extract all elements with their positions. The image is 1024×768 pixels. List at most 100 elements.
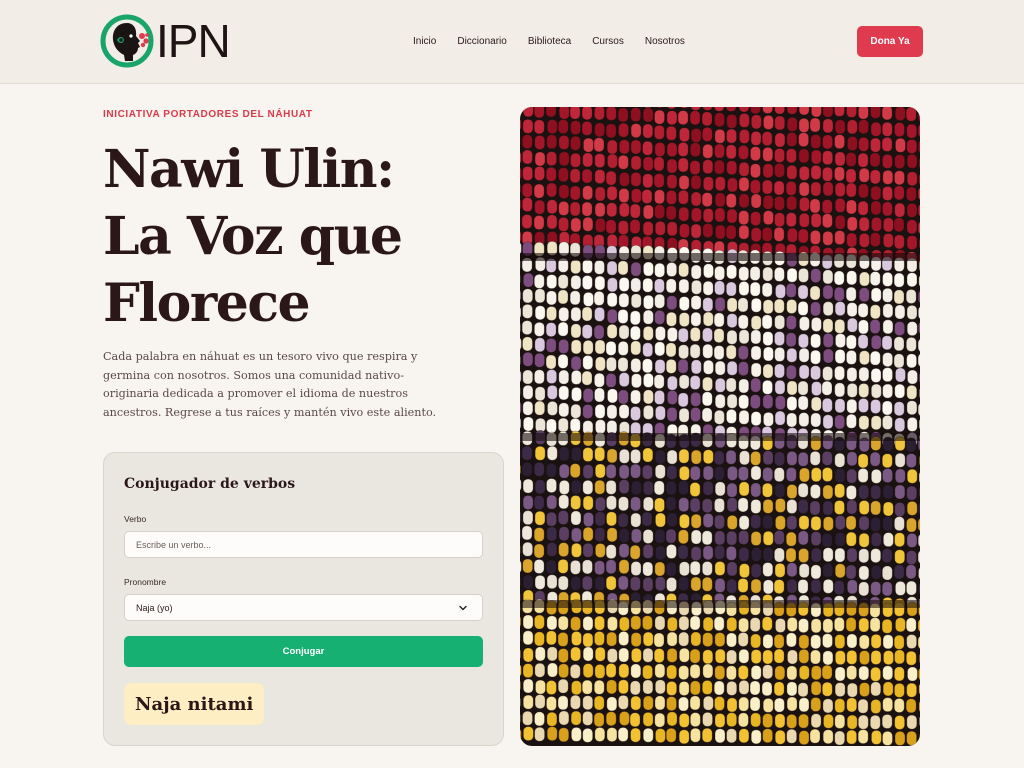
corn-kernel [846, 729, 858, 745]
corn-kernel [821, 199, 833, 215]
corn-kernel [725, 344, 737, 360]
corn-kernel [881, 581, 893, 597]
corn-kernel [822, 107, 834, 118]
corn-kernel [701, 111, 713, 127]
nav-biblioteca[interactable]: Biblioteca [528, 36, 571, 47]
corn-kernel [894, 383, 906, 399]
corn-kernel [520, 118, 522, 131]
corn-kernel [785, 315, 797, 330]
corn-kernel [786, 195, 798, 211]
corn-kernel [835, 333, 846, 348]
corn-kernel [558, 107, 570, 120]
conjugate-button[interactable]: Conjugar [124, 636, 483, 667]
corn-kernel [882, 153, 893, 169]
corn-kernel [906, 272, 918, 288]
corn-hero-image [520, 107, 920, 746]
corn-kernel [689, 465, 701, 481]
corn-kernel [546, 199, 558, 215]
corn-kernel [606, 323, 618, 339]
nav-nosotros[interactable]: Nosotros [645, 36, 685, 47]
corn-kernel [702, 343, 714, 359]
corn-kernel [797, 228, 809, 244]
corn-kernel [846, 499, 858, 515]
corn-kernel [570, 446, 582, 462]
corn-kernel [905, 650, 917, 666]
corn-kernel [582, 185, 594, 201]
corn-kernel [858, 484, 870, 500]
nav-inicio[interactable]: Inicio [413, 36, 436, 47]
corn-kernel [737, 665, 749, 680]
corn-kernel [821, 532, 833, 548]
corn-kernel [642, 204, 654, 220]
corn-kernel [858, 383, 870, 398]
corn-kernel [870, 548, 882, 564]
corn-kernel [618, 372, 630, 388]
corn-kernel [654, 679, 666, 695]
corn-kernel [666, 647, 678, 663]
corn-kernel [618, 122, 629, 138]
corn-kernel [750, 193, 762, 209]
corn-kernel [798, 634, 810, 650]
corn-kernel [605, 356, 617, 372]
corn-kernel [749, 680, 761, 696]
cob-shadow [520, 433, 920, 441]
corn-kernel [522, 694, 534, 710]
corn-kernel [546, 711, 558, 727]
corn-kernel [582, 727, 594, 743]
corn-kernel [762, 363, 774, 379]
corn-kernel [701, 127, 713, 142]
corn-kernel [893, 272, 905, 288]
corn-kernel [905, 453, 917, 468]
corn-kernel [883, 650, 894, 666]
corn-kernel [522, 166, 534, 181]
corn-kernel [846, 665, 858, 681]
corn-kernel [594, 275, 606, 291]
corn-kernel [582, 559, 593, 575]
corn-kernel [810, 149, 822, 165]
corn-kernel [846, 468, 858, 484]
corn-kernel [893, 289, 905, 305]
corn-kernel [545, 559, 557, 575]
verb-input[interactable] [124, 531, 483, 558]
corn-kernel [629, 203, 641, 219]
corn-kernel [738, 680, 750, 695]
corn-kernel [594, 404, 606, 419]
corn-kernel [571, 680, 582, 696]
corn-photo-illustration [520, 107, 920, 746]
pronoun-select[interactable]: Naja (yo) [124, 594, 483, 621]
corn-kernel [798, 412, 810, 428]
corn-kernel [690, 191, 702, 207]
corn-kernel [594, 339, 606, 355]
nav-cursos[interactable]: Cursos [592, 36, 624, 47]
corn-kernel [617, 512, 629, 528]
corn-kernel [725, 665, 737, 681]
corn-kernel [894, 202, 906, 218]
corn-kernel [882, 352, 894, 368]
corn-kernel [882, 501, 894, 517]
corn-kernel [642, 727, 654, 743]
corn-kernel [881, 335, 893, 351]
corn-kernel [570, 259, 582, 275]
corn-kernel [810, 301, 821, 317]
corn-kernel [558, 151, 570, 167]
site-logo[interactable]: IPN [100, 14, 231, 68]
corn-kernel [617, 694, 629, 710]
corn-kernel [546, 574, 558, 590]
corn-kernel [605, 464, 617, 479]
corn-kernel [581, 324, 593, 340]
donate-button[interactable]: Dona Ya [857, 26, 923, 57]
corn-kernel [809, 500, 821, 516]
corn-kernel [642, 342, 654, 358]
corn-kernel [558, 369, 570, 385]
corn-kernel [701, 680, 713, 695]
corn-kernel [858, 366, 870, 382]
corn-kernel [605, 711, 617, 727]
corn-kernel [522, 288, 534, 304]
corn-kernel [773, 267, 785, 282]
corn-kernel [521, 214, 533, 229]
corn-kernel [678, 631, 690, 647]
corn-kernel [520, 679, 521, 691]
corn-kernel [906, 186, 917, 202]
nav-diccionario[interactable]: Diccionario [457, 36, 506, 47]
corn-kernel [654, 449, 666, 465]
